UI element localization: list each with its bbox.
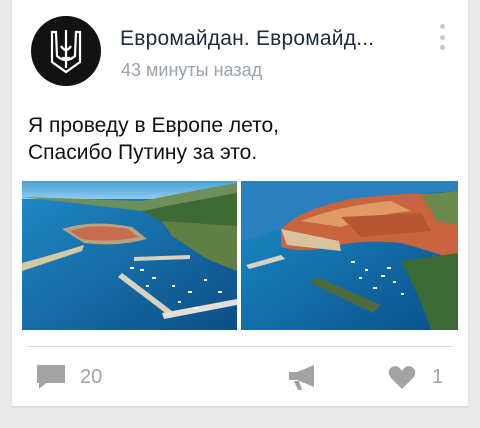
heart-icon (388, 365, 416, 389)
comment-icon (37, 365, 65, 389)
megaphone-icon (289, 365, 314, 390)
more-vertical-icon[interactable] (436, 24, 448, 50)
like-button[interactable]: 1 (388, 362, 443, 392)
post-timestamp: 43 минуты назад (121, 60, 263, 80)
post-card: Евромайдан. Евромайд... 43 минуты назад … (12, 0, 468, 406)
post-author[interactable]: Евромайдан. Евромайд... (120, 27, 420, 51)
comment-count: 20 (80, 365, 103, 388)
ukraine-trident-icon (50, 30, 82, 74)
post-photo[interactable] (241, 181, 458, 330)
post-text-line: Я проведу в Европе лето, (28, 114, 279, 137)
avatar[interactable] (31, 16, 101, 86)
comment-button[interactable]: 20 (36, 362, 102, 392)
like-count: 1 (432, 365, 444, 388)
share-button[interactable] (288, 362, 318, 392)
post-text: Я проведу в Европе лето, Спасибо Путину … (28, 112, 448, 166)
post-photo[interactable] (22, 181, 237, 330)
post-text-line: Спасибо Путину за это. (28, 141, 258, 164)
divider (28, 346, 452, 347)
